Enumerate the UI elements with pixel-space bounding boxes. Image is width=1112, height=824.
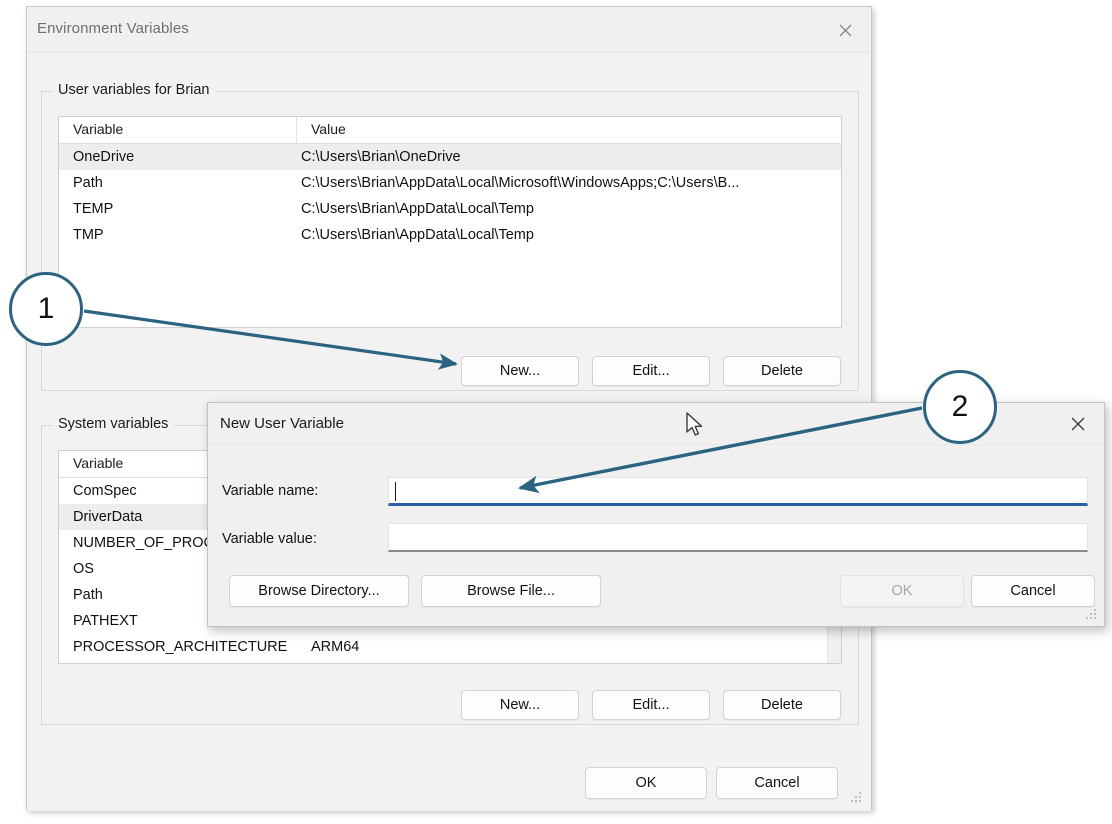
screenshot-root: Environment Variables User variables for… (0, 0, 1112, 824)
variable-value-input[interactable] (388, 523, 1088, 552)
cell-value: C:\Users\Brian\AppData\Local\Microsoft\W… (297, 175, 841, 191)
system-edit-button[interactable]: Edit... (592, 690, 710, 720)
dialog-cancel-button[interactable]: Cancel (971, 575, 1095, 607)
window-title: Environment Variables (37, 20, 189, 37)
cell-variable: PROCESSOR_ARCHITECTURE (59, 639, 307, 655)
close-glyph (839, 24, 852, 37)
dialog-ok-button[interactable]: OK (840, 575, 964, 607)
table-row[interactable]: TEMP C:\Users\Brian\AppData\Local\Temp (59, 196, 841, 222)
cell-value: C:\Users\Brian\OneDrive (297, 149, 841, 165)
variable-name-input[interactable] (388, 477, 1088, 506)
dialog-resize-grip[interactable] (1086, 609, 1098, 621)
cell-value: C:\Users\Brian\AppData\Local\Temp (297, 201, 841, 217)
system-new-button[interactable]: New... (461, 690, 579, 720)
user-variables-legend: User variables for Brian (52, 82, 216, 98)
environment-variables-titlebar: Environment Variables (27, 7, 871, 53)
system-variables-legend: System variables (52, 416, 174, 432)
system-delete-button[interactable]: Delete (723, 690, 841, 720)
close-glyph (1071, 417, 1085, 431)
variable-value-label: Variable value: (222, 531, 317, 547)
user-delete-button[interactable]: Delete (723, 356, 841, 386)
cancel-button[interactable]: Cancel (716, 767, 838, 799)
table-row[interactable]: PROCESSOR_ARCHITECTURE ARM64 (59, 634, 841, 660)
mouse-pointer-icon (686, 412, 706, 440)
user-edit-button[interactable]: Edit... (592, 356, 710, 386)
callout-2: 2 (923, 370, 997, 444)
user-variables-header: Variable Value (59, 117, 841, 144)
table-row[interactable]: TMP C:\Users\Brian\AppData\Local\Temp (59, 222, 841, 248)
callout-2-label: 2 (952, 390, 969, 424)
resize-grip[interactable] (851, 792, 863, 804)
dialog-title: New User Variable (220, 415, 344, 432)
browse-file-button[interactable]: Browse File... (421, 575, 601, 607)
cell-value: C:\Users\Brian\AppData\Local\Temp (297, 227, 841, 243)
cell-variable: TMP (59, 227, 297, 243)
callout-1-label: 1 (38, 292, 55, 326)
table-row[interactable]: Path C:\Users\Brian\AppData\Local\Micros… (59, 170, 841, 196)
cell-value: ARM64 (307, 639, 841, 655)
cell-variable: TEMP (59, 201, 297, 217)
cell-variable: Path (59, 175, 297, 191)
close-icon[interactable] (1060, 410, 1096, 438)
variable-name-label: Variable name: (222, 483, 318, 499)
user-variables-list[interactable]: Variable Value OneDrive C:\Users\Brian\O… (58, 116, 842, 328)
column-header-value[interactable]: Value (297, 117, 841, 143)
cell-variable: OneDrive (59, 149, 297, 165)
callout-1: 1 (9, 272, 83, 346)
browse-directory-button[interactable]: Browse Directory... (229, 575, 409, 607)
ok-button[interactable]: OK (585, 767, 707, 799)
table-row[interactable]: OneDrive C:\Users\Brian\OneDrive (59, 144, 841, 170)
text-caret (395, 482, 396, 501)
column-header-variable[interactable]: Variable (59, 117, 297, 143)
user-new-button[interactable]: New... (461, 356, 579, 386)
close-icon[interactable] (827, 15, 863, 45)
